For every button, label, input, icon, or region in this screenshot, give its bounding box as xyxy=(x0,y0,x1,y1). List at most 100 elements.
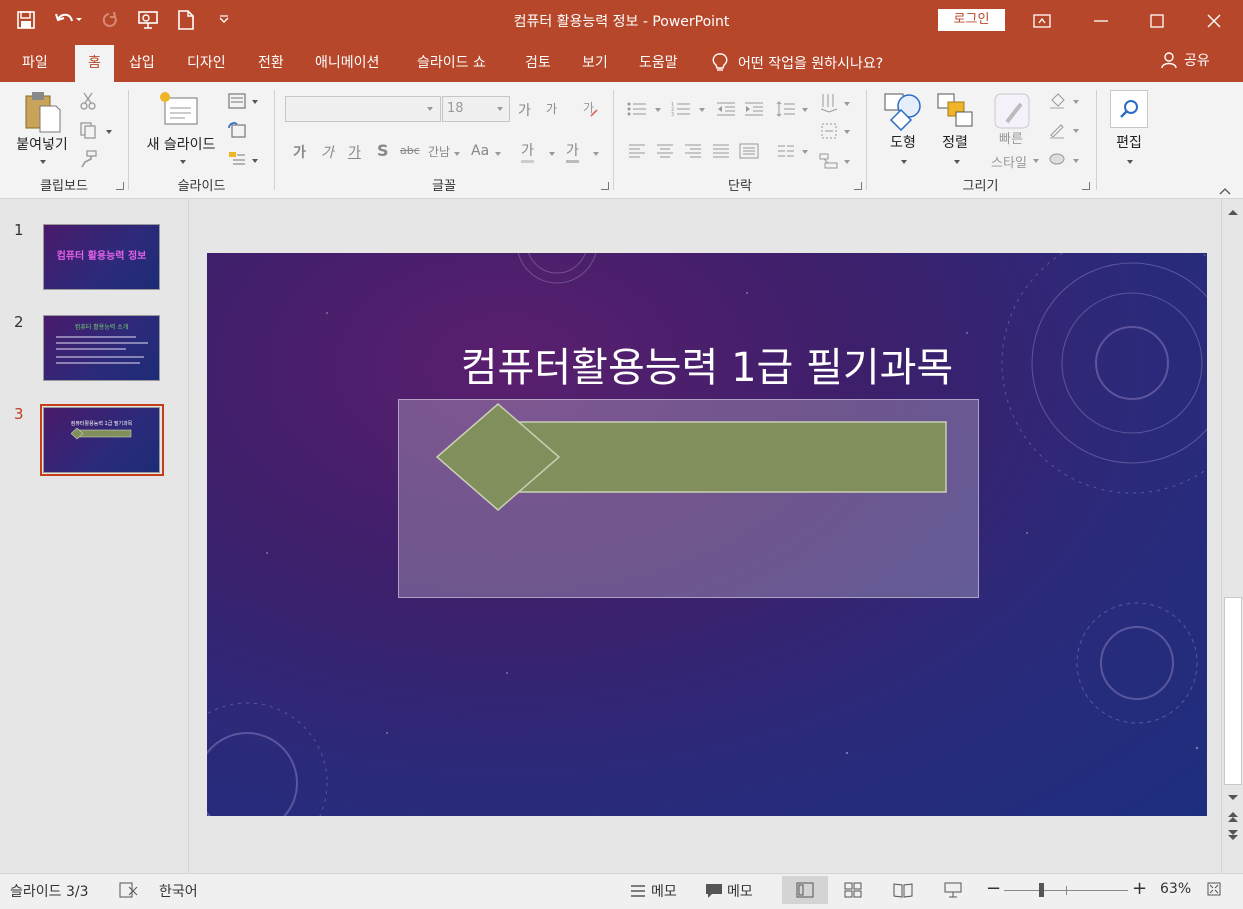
decrease-indent-icon[interactable] xyxy=(715,98,737,120)
shapes-dropdown-icon[interactable] xyxy=(901,160,907,164)
quick-styles-dropdown-icon[interactable] xyxy=(1033,159,1039,163)
line-spacing-dropdown-icon[interactable] xyxy=(802,108,808,112)
scroll-up-icon[interactable] xyxy=(1227,205,1239,220)
bullets-icon[interactable] xyxy=(626,98,648,120)
shapes-icon[interactable] xyxy=(883,92,923,132)
align-left-icon[interactable] xyxy=(626,140,648,162)
font-color-dropdown-icon[interactable] xyxy=(593,152,599,156)
layout-icon[interactable] xyxy=(226,90,248,112)
font-name-dropdown-icon[interactable] xyxy=(427,107,433,111)
quick-styles-icon[interactable] xyxy=(993,92,1033,132)
share-button[interactable]: 공유 xyxy=(1160,50,1210,70)
reset-icon[interactable] xyxy=(226,119,248,141)
tab-slideshow[interactable]: 슬라이드 쇼 xyxy=(413,45,490,82)
maximize-icon[interactable] xyxy=(1129,0,1185,42)
shape-fill-icon[interactable] xyxy=(1046,90,1068,112)
shapes-label[interactable]: 도형 xyxy=(879,132,927,152)
align-text-icon[interactable] xyxy=(818,120,840,142)
section-dropdown-icon[interactable] xyxy=(252,159,258,163)
copy-icon[interactable] xyxy=(77,119,99,141)
font-name-combo[interactable] xyxy=(285,96,441,122)
char-spacing-dropdown-icon[interactable] xyxy=(454,152,460,156)
tab-insert[interactable]: 삽입 xyxy=(125,45,159,82)
justify-icon[interactable] xyxy=(710,140,732,162)
section-icon[interactable] xyxy=(226,148,248,170)
smartart-icon[interactable] xyxy=(818,150,840,172)
minimize-icon[interactable] xyxy=(1073,0,1129,42)
normal-view-icon[interactable] xyxy=(782,876,828,904)
columns-dropdown-icon[interactable] xyxy=(802,150,808,154)
previous-slide-icon[interactable] xyxy=(1227,811,1239,827)
distributed-icon[interactable] xyxy=(738,140,760,162)
login-button[interactable]: 로그인 xyxy=(938,9,1005,31)
increase-indent-icon[interactable] xyxy=(743,98,765,120)
new-slide-icon[interactable] xyxy=(159,90,199,130)
scroll-down-icon[interactable] xyxy=(1227,791,1239,806)
scrollbar-thumb[interactable] xyxy=(1224,597,1242,785)
cut-icon[interactable] xyxy=(77,90,99,112)
paste-label[interactable]: 붙여넣기 xyxy=(8,134,76,154)
editing-dropdown-icon[interactable] xyxy=(1127,160,1133,164)
editing-label[interactable]: 편집 xyxy=(1105,132,1153,152)
tab-view[interactable]: 보기 xyxy=(578,45,612,82)
slideshow-view-icon[interactable] xyxy=(930,876,976,904)
zoom-out-icon[interactable]: − xyxy=(986,878,1001,899)
slide-sorter-view-icon[interactable] xyxy=(830,876,876,904)
highlight-dropdown-icon[interactable] xyxy=(549,152,555,156)
change-case-dropdown-icon[interactable] xyxy=(495,152,501,156)
comments-button[interactable]: 메모 xyxy=(705,881,753,901)
notes-button[interactable]: 메모 xyxy=(630,881,677,901)
grow-font-button[interactable]: 가 xyxy=(518,100,531,120)
numbering-dropdown-icon[interactable] xyxy=(699,108,705,112)
text-direction-icon[interactable] xyxy=(818,92,840,114)
spell-check-icon[interactable] xyxy=(119,882,139,902)
tab-review[interactable]: 검토 xyxy=(521,45,555,82)
change-case-button[interactable]: Aa xyxy=(471,143,489,159)
tab-animations[interactable]: 애니메이션 xyxy=(311,45,383,82)
underline-button[interactable]: 가 xyxy=(348,142,361,162)
bullets-dropdown-icon[interactable] xyxy=(655,108,661,112)
tab-design[interactable]: 디자인 xyxy=(183,45,230,82)
arrange-icon[interactable] xyxy=(936,92,976,132)
clear-format-icon[interactable]: 가 xyxy=(579,98,601,120)
new-slide-label[interactable]: 새 슬라이드 xyxy=(137,134,225,154)
clipboard-launcher-icon[interactable] xyxy=(116,182,124,190)
columns-icon[interactable] xyxy=(775,140,797,162)
tab-transitions[interactable]: 전환 xyxy=(254,45,288,82)
line-spacing-icon[interactable] xyxy=(775,98,797,120)
smartart-dropdown-icon[interactable] xyxy=(844,160,850,164)
slide-thumbnail-2[interactable]: 컴퓨터 활용능력 소개 xyxy=(43,315,160,381)
vertical-scrollbar[interactable] xyxy=(1221,199,1243,873)
next-slide-icon[interactable] xyxy=(1227,829,1239,845)
arrow-shape-group[interactable] xyxy=(436,403,948,513)
numbering-icon[interactable]: 123 xyxy=(670,98,692,120)
arrange-dropdown-icon[interactable] xyxy=(954,160,960,164)
align-right-icon[interactable] xyxy=(682,140,704,162)
reading-view-icon[interactable] xyxy=(880,876,926,904)
zoom-level[interactable]: 63% xyxy=(1160,881,1191,897)
fit-to-window-icon[interactable] xyxy=(1207,882,1221,900)
align-text-dropdown-icon[interactable] xyxy=(844,130,850,134)
new-slide-dropdown-icon[interactable] xyxy=(180,160,186,164)
language-indicator[interactable]: 한국어 xyxy=(159,881,198,901)
slide-title[interactable]: 컴퓨터활용능력 1급 필기과목 xyxy=(207,335,1207,393)
zoom-slider-handle[interactable] xyxy=(1039,883,1044,897)
layout-dropdown-icon[interactable] xyxy=(252,100,258,104)
quick-styles-label-1[interactable]: 빠른 xyxy=(987,132,1035,148)
format-painter-icon[interactable] xyxy=(77,148,99,170)
shape-outline-icon[interactable] xyxy=(1046,119,1068,141)
paste-icon[interactable] xyxy=(22,90,62,134)
bold-button[interactable]: 가 xyxy=(293,142,306,162)
find-icon[interactable] xyxy=(1110,90,1148,128)
quick-styles-label-2[interactable]: 스타일 xyxy=(979,152,1039,171)
shape-outline-dropdown-icon[interactable] xyxy=(1073,129,1079,133)
tab-file[interactable]: 파일 xyxy=(18,45,52,82)
italic-button[interactable]: 가 xyxy=(321,142,334,162)
align-center-icon[interactable] xyxy=(654,140,676,162)
char-spacing-button[interactable]: 간남 xyxy=(428,143,450,160)
shadow-button[interactable]: S xyxy=(377,141,389,160)
paste-dropdown-icon[interactable] xyxy=(40,160,46,164)
strikethrough-button[interactable]: abc xyxy=(400,144,420,157)
copy-dropdown-icon[interactable] xyxy=(106,130,112,134)
slide-thumbnail-1[interactable]: 컴퓨터 활용능력 정보 xyxy=(43,224,160,290)
